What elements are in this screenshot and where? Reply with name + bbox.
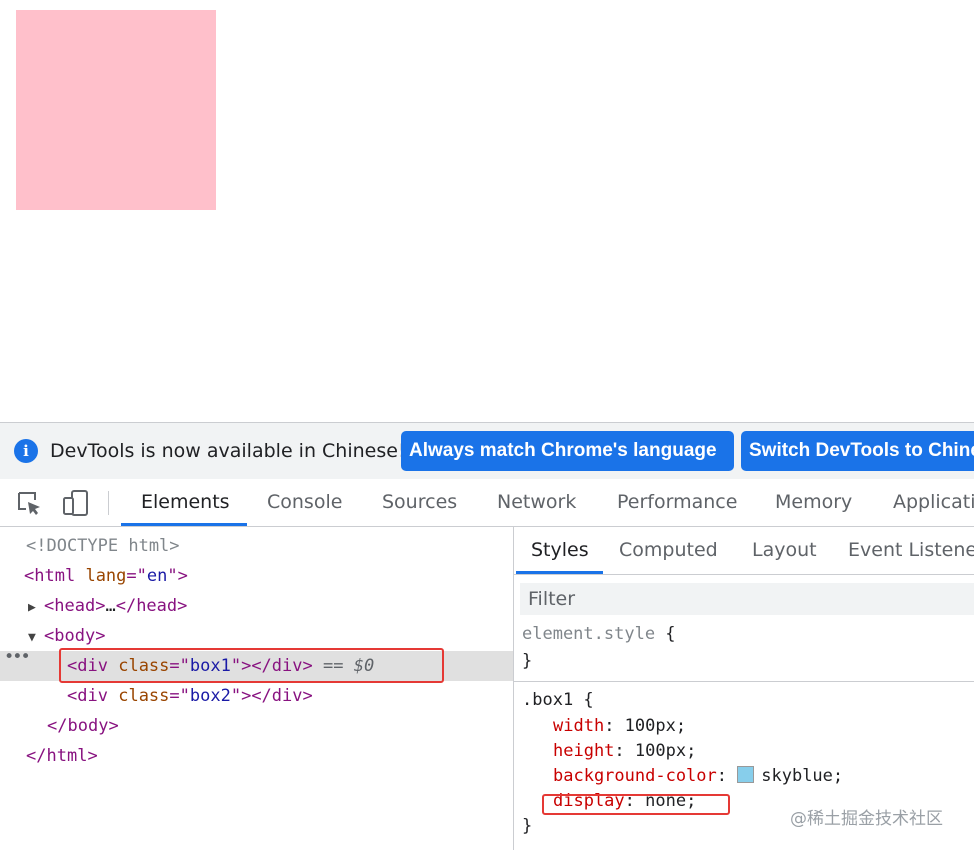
devtools-tabbar: Elements Console Sources Network Perform… — [0, 479, 974, 527]
tab-elements[interactable]: Elements — [141, 491, 230, 513]
subtab-layout[interactable]: Layout — [752, 539, 817, 561]
dom-body-close[interactable]: </body> — [47, 711, 119, 741]
match-language-button[interactable]: Always match Chrome's language — [401, 431, 734, 471]
subtab-event-listeners[interactable]: Event Listeners — [848, 539, 974, 561]
active-subtab-indicator — [516, 571, 603, 574]
color-swatch[interactable] — [737, 766, 755, 783]
tab-application[interactable]: Application — [893, 491, 974, 513]
element-style-rule-open[interactable]: element.style { — [522, 621, 676, 647]
element-style-rule-close: } — [522, 651, 533, 671]
switch-language-button[interactable]: Switch DevTools to Chinese — [741, 431, 974, 471]
dom-tree: ••• <!DOCTYPE html> <html lang="en"> ▶ <h… — [0, 527, 513, 850]
decl-height[interactable]: height: 100px; — [553, 738, 696, 764]
subtab-styles[interactable]: Styles — [531, 539, 589, 561]
page-viewport — [0, 0, 974, 422]
tab-console[interactable]: Console — [267, 491, 342, 513]
styles-subtabs: Styles Computed Layout Event Listeners — [514, 527, 974, 575]
dom-doctype[interactable]: <!DOCTYPE html> — [26, 531, 180, 561]
inspect-element-icon[interactable] — [16, 490, 42, 516]
dom-head[interactable]: ▶ <head>…</head> — [28, 591, 187, 621]
info-icon: i — [14, 439, 38, 463]
dom-div-box2[interactable]: <div class="box2"></div> — [67, 681, 313, 711]
styles-filter-input[interactable]: Filter — [520, 583, 974, 615]
device-toolbar-icon[interactable] — [62, 490, 88, 516]
dom-html-close[interactable]: </html> — [26, 741, 98, 771]
collapse-triangle-icon[interactable]: ▼ — [28, 623, 44, 653]
annotation-highlight-div — [59, 648, 444, 683]
subtab-computed[interactable]: Computed — [619, 539, 718, 561]
rule-separator — [514, 681, 974, 682]
pink-box — [16, 10, 216, 210]
active-tab-indicator — [121, 523, 247, 526]
tab-performance[interactable]: Performance — [617, 491, 737, 513]
expand-triangle-icon[interactable]: ▶ — [28, 593, 44, 623]
decl-width[interactable]: width: 100px; — [553, 713, 686, 739]
watermark: @稀土掘金技术社区 — [790, 809, 943, 829]
node-actions-icon[interactable]: ••• — [4, 647, 31, 667]
dom-body-open[interactable]: ▼ <body> — [28, 621, 105, 651]
box1-rule-close: } — [522, 816, 533, 836]
tab-memory[interactable]: Memory — [775, 491, 852, 513]
language-infobar: i DevTools is now available in Chinese! … — [0, 423, 974, 479]
tab-sources[interactable]: Sources — [382, 491, 457, 513]
decl-background-color[interactable]: background-color: skyblue; — [553, 763, 843, 789]
dom-html-open[interactable]: <html lang="en"> — [24, 561, 188, 591]
toolbar-separator — [108, 491, 109, 515]
filter-placeholder: Filter — [528, 588, 576, 610]
tab-network[interactable]: Network — [497, 491, 576, 513]
box1-rule-selector[interactable]: .box1 { — [522, 687, 594, 713]
infobar-message: DevTools is now available in Chinese! — [50, 440, 406, 462]
annotation-highlight-display — [542, 794, 730, 815]
devtools-panel: i DevTools is now available in Chinese! … — [0, 422, 974, 850]
